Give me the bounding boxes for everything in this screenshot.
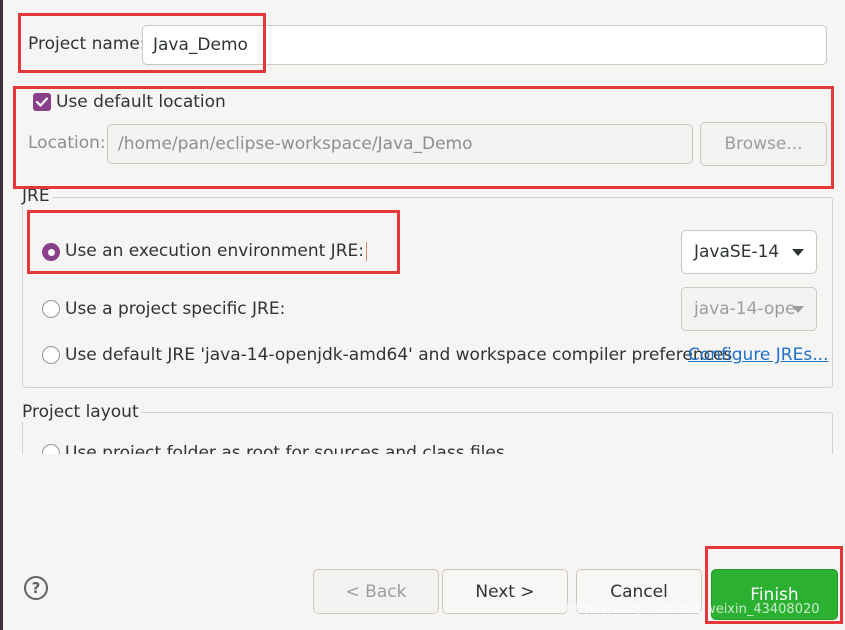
project-specific-jre-label[interactable]: Use a project specific JRE:	[65, 299, 285, 319]
configure-jres-link[interactable]: Configure JREs...	[688, 345, 828, 365]
radio-project-specific-jre[interactable]	[42, 300, 60, 318]
use-default-location-label[interactable]: Use default location	[56, 92, 226, 112]
text-caret	[365, 241, 367, 261]
dropdown-arrow-icon	[792, 249, 804, 256]
project-name-value: Java_Demo	[153, 35, 248, 55]
project-layout-group-title: Project layout	[22, 402, 141, 422]
location-input[interactable]: /home/pan/eclipse-workspace/Java_Demo	[107, 124, 693, 164]
jre-group-title: JRE	[22, 186, 52, 206]
project-specific-jre-combo[interactable]: java-14-ope	[681, 287, 817, 331]
check-icon	[35, 97, 49, 107]
radio-default-jre[interactable]	[42, 346, 60, 364]
dropdown-arrow-icon	[792, 306, 804, 313]
radio-execution-environment[interactable]	[42, 243, 60, 261]
back-button[interactable]: < Back	[313, 569, 439, 614]
browse-button[interactable]: Browse...	[700, 122, 827, 166]
help-icon[interactable]: ?	[24, 576, 48, 600]
project-specific-jre-combo-value: java-14-ope	[694, 299, 796, 319]
project-name-label: Project name:	[28, 34, 146, 54]
use-default-location-checkbox[interactable]	[33, 93, 51, 111]
window-edge	[0, 0, 3, 630]
execution-environment-label[interactable]: Use an execution environment JRE:	[65, 241, 367, 261]
next-button[interactable]: Next >	[442, 569, 568, 614]
project-folder-root-label[interactable]: Use project folder as root for sources a…	[65, 443, 505, 454]
project-name-input[interactable]: Java_Demo	[142, 25, 827, 65]
default-jre-label[interactable]: Use default JRE 'java-14-openjdk-amd64' …	[65, 345, 732, 365]
project-layout-viewport: Project layout Use project folder as roo…	[22, 402, 833, 454]
location-label: Location:	[28, 133, 106, 153]
location-value: /home/pan/eclipse-workspace/Java_Demo	[118, 134, 473, 154]
execution-environment-combo[interactable]: JavaSE-14	[681, 230, 817, 274]
watermark-text: https://blog.csdn.net/weixin_43408020	[566, 602, 820, 617]
execution-environment-combo-value: JavaSE-14	[694, 242, 780, 262]
